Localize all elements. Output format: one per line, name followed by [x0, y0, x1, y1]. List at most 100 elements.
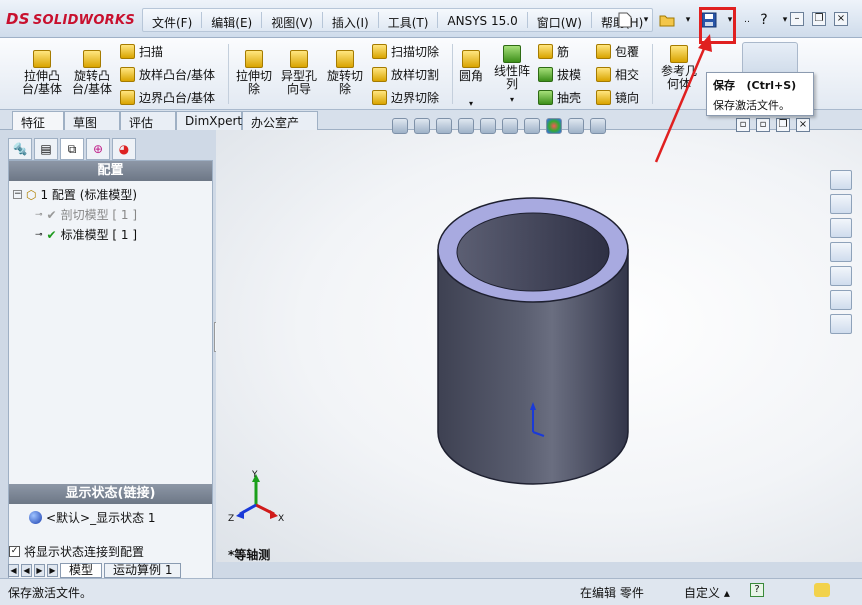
- graphics-area[interactable]: Y X Z *等轴测: [216, 130, 862, 562]
- display-manager-icon[interactable]: ◕: [112, 138, 136, 160]
- menu-edit[interactable]: 编辑(E): [202, 9, 261, 31]
- dropdown-arrow-icon[interactable]: ▾: [637, 11, 655, 29]
- custom-properties-icon[interactable]: [830, 314, 852, 334]
- loft-boss-button[interactable]: 放样凸台/基体: [120, 66, 215, 83]
- menu-ansys[interactable]: ANSYS 15.0: [438, 9, 526, 31]
- revolve-cut-button[interactable]: 旋转切 除: [324, 50, 366, 96]
- solidworks-resources-icon[interactable]: [830, 170, 852, 190]
- home-icon[interactable]: [830, 194, 852, 214]
- zoom-to-area-icon[interactable]: [414, 118, 430, 134]
- view-palette-icon[interactable]: [830, 266, 852, 286]
- tab-features[interactable]: 特征: [12, 111, 64, 130]
- config-root-label: 1 配置 (标准模型): [40, 188, 138, 202]
- design-library-icon[interactable]: [830, 218, 852, 238]
- reference-triad[interactable]: [236, 474, 278, 519]
- hole-wizard-button[interactable]: 异型孔 向导: [278, 50, 320, 96]
- help-icon[interactable]: ?: [755, 11, 773, 29]
- menu-view[interactable]: 视图(V): [262, 9, 322, 31]
- heads-up-view-toolbar: [392, 116, 606, 136]
- apply-scene-icon[interactable]: [568, 118, 584, 134]
- intersect-button[interactable]: 相交: [596, 66, 639, 83]
- checkbox-icon[interactable]: ✓: [9, 546, 20, 557]
- fillet-dropdown-icon[interactable]: ▾: [469, 97, 473, 110]
- part-icon: ⬡: [26, 187, 37, 202]
- display-state-header: 显示状态(链接): [9, 484, 212, 504]
- revolve-boss-button[interactable]: 旋转凸 台/基体: [70, 50, 114, 96]
- wrap-button[interactable]: 包覆: [596, 43, 639, 60]
- restore-icon[interactable]: ❐: [812, 12, 826, 26]
- boundary-cut-label: 边界切除: [391, 91, 440, 105]
- solidworks-logo[interactable]: DS SOLIDWORKS: [6, 10, 135, 28]
- more-icon[interactable]: ‥: [742, 11, 752, 29]
- tab-office-products[interactable]: 办公室产品: [242, 111, 318, 147]
- close-icon[interactable]: ×: [834, 12, 848, 26]
- cylinder-inner-bore: [456, 212, 610, 292]
- next-tab-icon[interactable]: ▶: [34, 563, 45, 577]
- menu-tools[interactable]: 工具(T): [379, 9, 438, 31]
- menu-insert[interactable]: 插入(I): [323, 9, 378, 31]
- shell-button[interactable]: 抽壳: [538, 89, 581, 106]
- prev-tab-icon[interactable]: ◀: [21, 563, 32, 577]
- last-tab-icon[interactable]: ▶: [47, 563, 58, 577]
- lofted-cut-label: 放样切割: [391, 68, 440, 82]
- menu-file[interactable]: 文件(F): [143, 9, 201, 31]
- draft-icon: [538, 67, 553, 82]
- tab-sketch[interactable]: 草图: [64, 111, 120, 130]
- dropdown-arrow-icon[interactable]: ▾: [679, 11, 697, 29]
- rib-button[interactable]: 筋: [538, 43, 569, 60]
- display-style-icon[interactable]: [502, 118, 518, 134]
- ds-logo-mark: DS: [6, 10, 30, 28]
- zoom-to-fit-icon[interactable]: [392, 118, 408, 134]
- previous-view-icon[interactable]: [436, 118, 452, 134]
- config-item-standard[interactable]: ⊸ ✔ 标准模型 [ 1 ]: [35, 226, 137, 243]
- boundary-boss-button[interactable]: 边界凸台/基体: [120, 89, 215, 106]
- appearances-icon[interactable]: [830, 290, 852, 310]
- first-tab-icon[interactable]: ◀: [8, 563, 19, 577]
- view-orientation-icon[interactable]: [480, 118, 496, 134]
- extrude-boss-button[interactable]: 拉伸凸 台/基体: [20, 50, 64, 96]
- file-explorer-icon[interactable]: [830, 242, 852, 262]
- menu-window[interactable]: 窗口(W): [528, 9, 591, 31]
- collapse-icon[interactable]: −: [13, 190, 22, 199]
- fillet-button[interactable]: 圆角 ▾: [456, 50, 486, 110]
- minimize-icon[interactable]: –: [790, 12, 804, 26]
- pattern-dropdown-icon[interactable]: ▾: [510, 93, 514, 106]
- wrap-label: 包覆: [615, 45, 640, 59]
- boundary-cut-button[interactable]: 边界切除: [372, 89, 439, 106]
- viewport-close-icon[interactable]: ×: [796, 118, 810, 132]
- extrude-cut-button[interactable]: 拉伸切 除: [234, 50, 274, 96]
- display-state-item[interactable]: <默认>_显示状态 1: [29, 509, 156, 526]
- edit-appearance-icon[interactable]: [546, 118, 562, 134]
- tab-dimxpert[interactable]: DimXpert: [176, 111, 242, 130]
- viewport-restore-icon[interactable]: ▫: [736, 118, 750, 132]
- viewport-maximize-icon[interactable]: ❐: [776, 118, 790, 132]
- config-root[interactable]: − ⬡ 1 配置 (标准模型): [13, 186, 137, 203]
- hide-show-items-icon[interactable]: [524, 118, 540, 134]
- boundary-cut-icon: [372, 90, 387, 105]
- config-item-section-view[interactable]: ⊸ ✔ 剖切模型 [ 1 ]: [35, 206, 137, 223]
- quick-tips-icon[interactable]: ?: [750, 583, 764, 597]
- tag-icon[interactable]: [814, 583, 830, 597]
- status-bar: 保存激活文件。 在编辑 零件 自定义 ▴ ?: [0, 578, 862, 605]
- property-manager-icon[interactable]: ▤: [34, 138, 58, 160]
- feature-manager-icon[interactable]: 🔩: [8, 138, 32, 160]
- linear-pattern-button[interactable]: 线性阵 列 ▾: [492, 45, 532, 106]
- configuration-manager-icon[interactable]: ⧉: [60, 138, 84, 160]
- draft-button[interactable]: 拔模: [538, 66, 581, 83]
- tab-evaluate[interactable]: 评估: [120, 111, 176, 130]
- open-folder-icon[interactable]: [658, 11, 676, 29]
- swept-cut-button[interactable]: 扫描切除: [372, 43, 439, 60]
- dimxpert-manager-icon[interactable]: ⊕: [86, 138, 110, 160]
- new-document-icon[interactable]: [616, 11, 634, 29]
- tab-model[interactable]: 模型: [60, 562, 103, 578]
- viewport-tile-icon[interactable]: ▫: [756, 118, 770, 132]
- mirror-button[interactable]: 镜向: [596, 89, 639, 106]
- part-model[interactable]: [216, 130, 862, 562]
- sweep-button[interactable]: 扫描: [120, 43, 163, 60]
- section-view-icon[interactable]: [458, 118, 474, 134]
- tab-motion-study[interactable]: 运动算例 1: [104, 562, 182, 578]
- view-settings-icon[interactable]: [590, 118, 606, 134]
- link-display-checkbox[interactable]: ✓ 将显示状态连接到配置: [9, 543, 144, 560]
- lofted-cut-button[interactable]: 放样切割: [372, 66, 439, 83]
- units-selector[interactable]: 自定义 ▴: [684, 584, 730, 601]
